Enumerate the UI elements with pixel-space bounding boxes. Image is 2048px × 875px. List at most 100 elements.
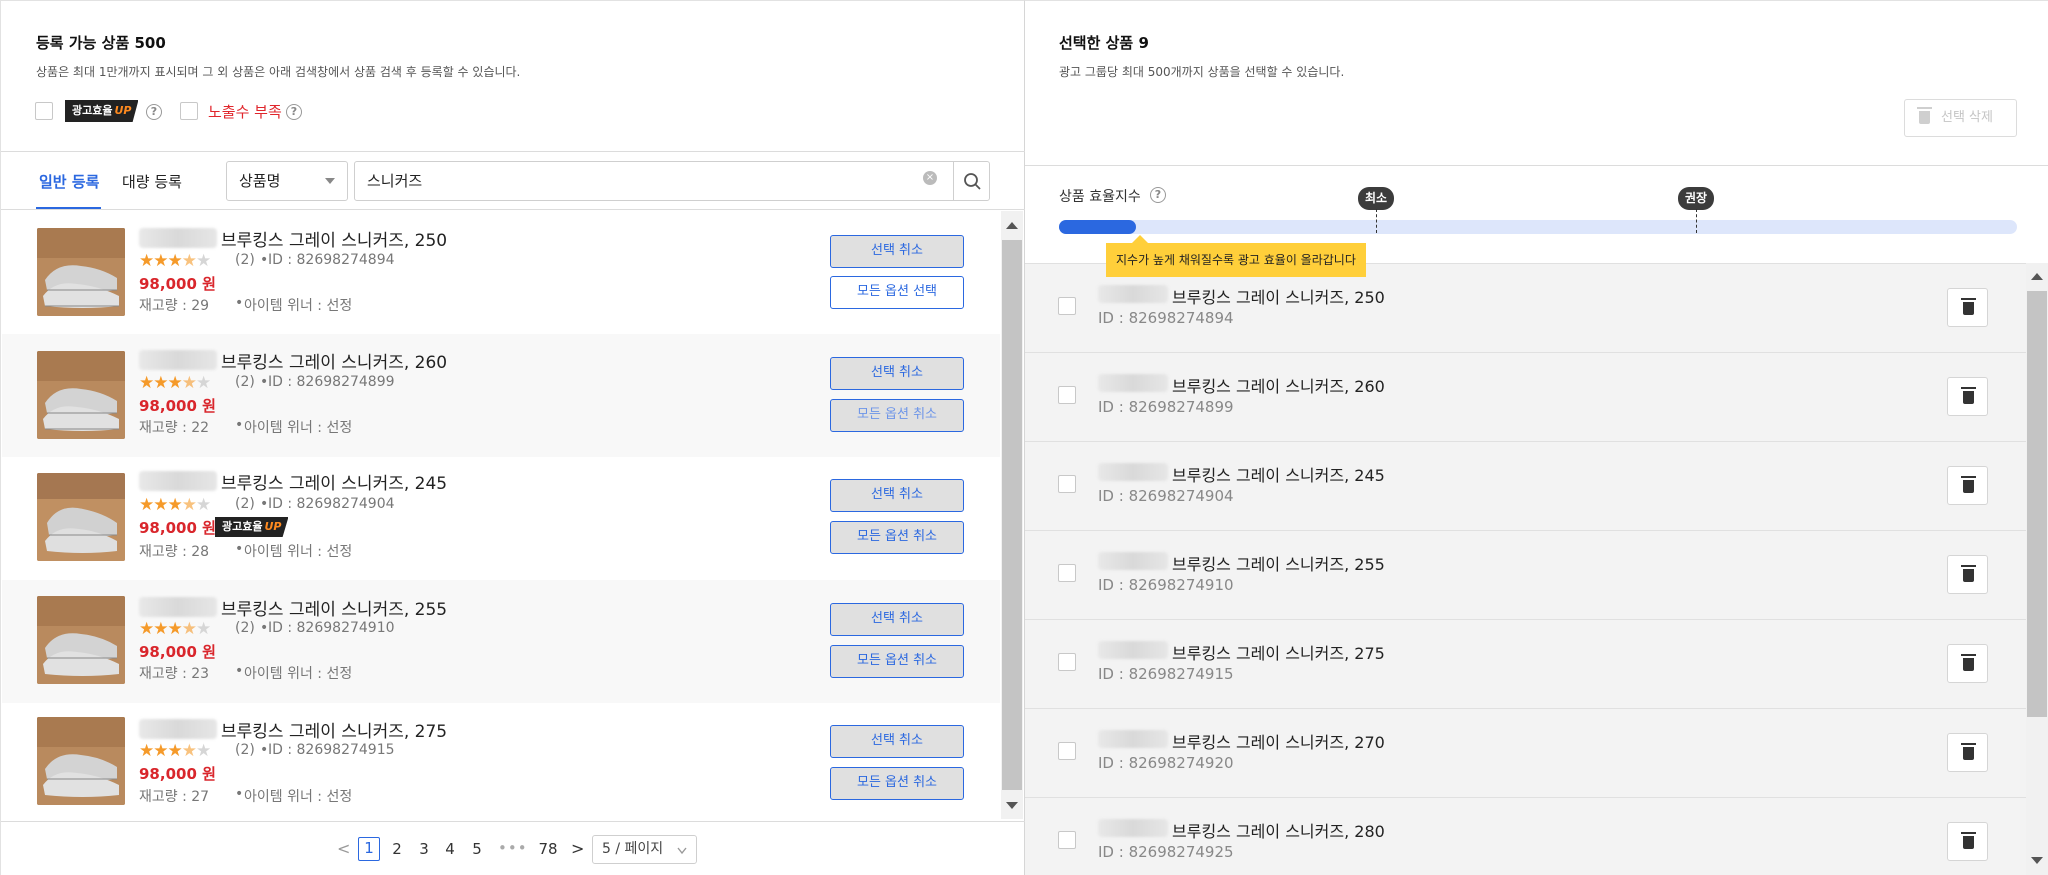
- product-name[interactable]: 브루킹스 그레이 스니커즈, 250: [221, 226, 447, 251]
- selected-product-row: 브루킹스 그레이 스니커즈, 275 ID : 82698274915: [1025, 619, 2026, 708]
- page-1[interactable]: 1: [358, 837, 380, 861]
- separator: •: [235, 295, 244, 311]
- product-price: 98,000 원: [139, 275, 216, 293]
- efficiency-tooltip: 지수가 높게 채워질수록 광고 효율이 올라갑니다: [1106, 235, 1366, 277]
- tab-bulk-registration[interactable]: 대량 등록: [122, 171, 182, 192]
- selected-row-checkbox[interactable]: [1058, 475, 1076, 493]
- pagination-next[interactable]: >: [571, 839, 584, 858]
- scroll-down-arrow[interactable]: [1006, 802, 1018, 809]
- page-4[interactable]: 4: [439, 840, 461, 858]
- deselect-button[interactable]: 선택 취소: [830, 357, 964, 390]
- separator: •: [235, 417, 244, 433]
- search-field-select-value: 상품명: [239, 172, 281, 190]
- item-winner-status: 아이템 위너 : 선정: [244, 420, 353, 436]
- help-icon[interactable]: ?: [286, 104, 302, 120]
- selected-product-name: 브루킹스 그레이 스니커즈, 245: [1172, 466, 1385, 485]
- low-exposure-filter-checkbox[interactable]: [180, 102, 198, 120]
- item-winner-status: 아이템 위너 : 선정: [244, 544, 353, 560]
- item-winner-status: 아이템 위너 : 선정: [244, 789, 353, 805]
- trash-icon: [1961, 298, 1976, 315]
- deselect-button[interactable]: 선택 취소: [830, 603, 964, 636]
- review-count: (2): [235, 620, 255, 636]
- delete-row-button[interactable]: [1947, 644, 1988, 683]
- pagination-prev[interactable]: <: [337, 839, 350, 858]
- help-icon[interactable]: ?: [146, 104, 162, 120]
- brand-name-blurred: [139, 350, 217, 370]
- scroll-up-arrow[interactable]: [1006, 222, 1018, 229]
- selected-row-checkbox[interactable]: [1058, 297, 1076, 315]
- search-field-select[interactable]: 상품명: [226, 161, 348, 201]
- deselect-all-options-button[interactable]: 모든 옵션 취소: [830, 399, 964, 432]
- selected-row-checkbox[interactable]: [1058, 831, 1076, 849]
- delete-row-button[interactable]: [1947, 733, 1988, 772]
- deselect-all-options-button[interactable]: 모든 옵션 취소: [830, 645, 964, 678]
- brand-name-blurred: [1098, 641, 1168, 659]
- available-products-title: 등록 가능 상품 500: [36, 34, 166, 52]
- selected-product-id: ID : 82698274910: [1098, 576, 1234, 594]
- scrollbar-thumb[interactable]: [1002, 240, 1022, 790]
- page-3[interactable]: 3: [413, 840, 435, 858]
- page-2[interactable]: 2: [386, 840, 408, 858]
- product-name[interactable]: 브루킹스 그레이 스니커즈, 245: [221, 469, 447, 494]
- list-header-divider: [1, 209, 1025, 210]
- delete-row-button[interactable]: [1947, 822, 1988, 861]
- delete-row-button[interactable]: [1947, 288, 1988, 327]
- scroll-up-arrow[interactable]: [2031, 273, 2043, 280]
- selected-row-checkbox[interactable]: [1058, 653, 1076, 671]
- search-input-value: 스니커즈: [367, 172, 423, 190]
- pagination-ellipsis[interactable]: •••: [498, 839, 527, 857]
- selected-product-name: 브루킹스 그레이 스니커즈, 255: [1172, 555, 1385, 574]
- ad-badge-text: 광고효율: [222, 520, 263, 533]
- review-count: (2): [235, 496, 255, 512]
- selected-row-checkbox[interactable]: [1058, 386, 1076, 404]
- selected-product-name: 브루킹스 그레이 스니커즈, 250: [1172, 288, 1385, 307]
- ad-efficiency-filter-checkbox[interactable]: [35, 102, 53, 120]
- product-name[interactable]: 브루킹스 그레이 스니커즈, 255: [221, 595, 447, 620]
- rating-stars: ★★★★★: [139, 741, 211, 761]
- rating-stars: ★★★★★: [139, 251, 211, 271]
- product-thumbnail: [37, 473, 125, 561]
- low-exposure-label[interactable]: 노출수 부족: [208, 101, 282, 122]
- section-divider: [1, 151, 1025, 152]
- scroll-down-arrow[interactable]: [2031, 857, 2043, 864]
- page-size-select[interactable]: 5 / 페이지: [592, 835, 697, 864]
- clear-circle-icon[interactable]: ×: [923, 171, 937, 185]
- search-button[interactable]: [953, 161, 990, 201]
- scrollbar-thumb[interactable]: [2027, 291, 2047, 717]
- delete-row-button[interactable]: [1947, 555, 1988, 594]
- product-name[interactable]: 브루킹스 그레이 스니커즈, 260: [221, 348, 447, 373]
- page-5[interactable]: 5: [466, 840, 488, 858]
- trash-icon: [1917, 107, 1932, 124]
- product-price: 98,000 원: [139, 519, 216, 537]
- rating-stars: ★★★★★: [139, 619, 211, 639]
- product-name[interactable]: 브루킹스 그레이 스니커즈, 275: [221, 717, 447, 742]
- select-all-options-button[interactable]: 모든 옵션 선택: [830, 276, 964, 309]
- product-id: ID : 82698274894: [268, 252, 395, 268]
- selected-row-checkbox[interactable]: [1058, 564, 1076, 582]
- efficiency-score-fill: [1059, 220, 1136, 234]
- rating-stars: ★★★★★: [139, 373, 211, 393]
- selected-row-checkbox[interactable]: [1058, 742, 1076, 760]
- delete-row-button[interactable]: [1947, 377, 1988, 416]
- deselect-button[interactable]: 선택 취소: [830, 479, 964, 512]
- deselect-all-options-button[interactable]: 모든 옵션 취소: [830, 767, 964, 800]
- delete-row-button[interactable]: [1947, 466, 1988, 505]
- selected-products-title: 선택한 상품 9: [1059, 34, 1149, 52]
- stock-quantity: 재고량 : 28: [139, 544, 210, 560]
- help-icon[interactable]: ?: [1150, 187, 1166, 203]
- tab-general-registration[interactable]: 일반 등록: [39, 171, 99, 192]
- selected-product-id: ID : 82698274920: [1098, 754, 1234, 772]
- item-winner-status: 아이템 위너 : 선정: [244, 298, 353, 314]
- deselect-button[interactable]: 선택 취소: [830, 725, 964, 758]
- page-last[interactable]: 78: [536, 840, 560, 858]
- deselect-button[interactable]: 선택 취소: [830, 235, 964, 268]
- minimum-marker-line: [1376, 209, 1377, 233]
- review-count: (2): [235, 252, 255, 268]
- product-thumbnail: [37, 228, 125, 316]
- delete-selected-label: 선택 삭제: [1941, 110, 1993, 125]
- deselect-all-options-button[interactable]: 모든 옵션 취소: [830, 521, 964, 554]
- search-input[interactable]: 스니커즈: [354, 161, 954, 201]
- delete-selected-button[interactable]: 선택 삭제: [1904, 99, 2017, 137]
- item-winner-status: 아이템 위너 : 선정: [244, 666, 353, 682]
- brand-name-blurred: [1098, 552, 1168, 570]
